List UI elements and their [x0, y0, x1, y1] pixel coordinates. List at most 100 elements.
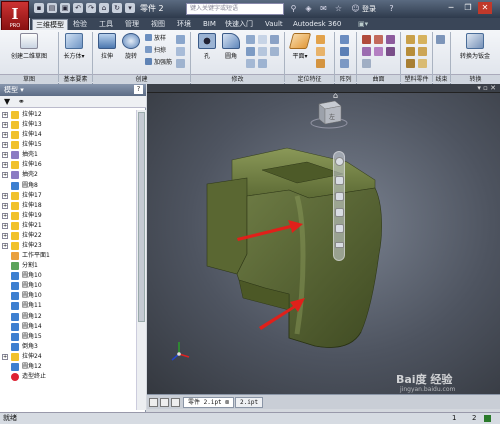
delete-face-icon[interactable] [270, 47, 279, 56]
trim-icon[interactable] [362, 47, 371, 56]
zoom-icon[interactable] [335, 192, 344, 201]
tree-item[interactable]: 圆角10 [0, 291, 136, 301]
coil-icon[interactable] [176, 35, 185, 44]
thread-icon[interactable] [246, 59, 255, 68]
snap-fit-icon[interactable] [418, 47, 427, 56]
mirror-icon[interactable] [340, 59, 349, 68]
tab-manage[interactable]: 管理 [122, 19, 142, 30]
pan-icon[interactable] [335, 176, 344, 185]
expand-icon[interactable]: + [2, 232, 8, 239]
create-2d-sketch-button[interactable]: 创建二维草图 [4, 33, 54, 60]
tree-item[interactable]: + 拉伸19 [0, 211, 136, 221]
doc-tab-2ipt[interactable]: 2.ipt [235, 397, 264, 408]
restore-icon[interactable]: ❐ [461, 2, 475, 14]
orbit-icon[interactable] [335, 208, 344, 217]
draft-icon[interactable] [246, 47, 255, 56]
tab-environments[interactable]: 环境 [174, 19, 194, 30]
tree-item[interactable]: + 拉伸24 [0, 352, 136, 362]
tree-item[interactable]: + 拉伸22 [0, 231, 136, 241]
tree-item[interactable]: 圆角15 [0, 332, 136, 342]
expand-icon[interactable]: + [2, 222, 8, 229]
home-view-icon[interactable]: ⌂ [333, 91, 338, 100]
undo-icon[interactable]: ↶ [73, 3, 83, 13]
expand-icon[interactable]: + [2, 142, 8, 149]
ucs-icon[interactable] [316, 59, 325, 68]
navbar-options-icon[interactable] [335, 242, 344, 248]
open-icon[interactable]: ▤ [47, 3, 57, 13]
minimize-icon[interactable]: ─ [444, 2, 458, 14]
save-icon[interactable]: ▣ [60, 3, 70, 13]
split-icon[interactable] [258, 35, 267, 44]
expand-icon[interactable]: + [2, 172, 8, 179]
patch-icon[interactable] [386, 35, 395, 44]
thicken-icon[interactable] [258, 59, 267, 68]
tree-item[interactable]: 造型终止 [0, 372, 136, 382]
expand-icon[interactable]: + [2, 112, 8, 118]
tree-item[interactable]: 分割1 [0, 261, 136, 271]
browser-help-icon[interactable]: ? [134, 85, 143, 94]
help-search-input[interactable]: 键入关键字或短语 [186, 3, 284, 15]
tab-get-started[interactable]: 快速入门 [222, 19, 256, 30]
favorites-icon[interactable]: ☆ [333, 3, 344, 14]
tree-item[interactable]: + 拉伸14 [0, 130, 136, 140]
tree-item[interactable]: 圆角8 [0, 181, 136, 191]
convert-to-sheet-metal-button[interactable]: 转换为钣金 [452, 33, 498, 60]
close-icon[interactable]: ✕ [478, 2, 492, 14]
extend-icon[interactable] [374, 47, 383, 56]
find-icon[interactable]: ⚭ [18, 97, 25, 106]
tree-item[interactable]: 圆角11 [0, 301, 136, 311]
stitch-icon[interactable] [362, 35, 371, 44]
expand-icon[interactable]: + [2, 192, 8, 199]
new-icon[interactable]: ▪ [34, 3, 44, 13]
tree-item[interactable]: + 拉伸12 [0, 110, 136, 120]
qat-dropdown-icon[interactable]: ▾ [125, 3, 135, 13]
viewcube[interactable]: 左 [309, 96, 349, 130]
tab-autodesk-360[interactable]: Autodesk 360 [290, 19, 344, 30]
update-icon[interactable]: ↻ [112, 3, 122, 13]
tree-item[interactable]: + 拉伸16 [0, 160, 136, 170]
shell-icon[interactable] [246, 35, 255, 44]
login-link[interactable]: 登录 [362, 4, 376, 14]
box-button[interactable]: 长方体▾ [62, 33, 86, 60]
revolve-button[interactable]: 旋转 [120, 33, 142, 60]
rectangular-pattern-icon[interactable] [340, 35, 349, 44]
tree-item[interactable]: 倒角3 [0, 342, 136, 352]
tree-item[interactable]: + 抽壳1 [0, 150, 136, 160]
expand-icon[interactable]: + [2, 152, 8, 159]
tree-item[interactable]: 圆角12 [0, 312, 136, 322]
tree-item[interactable]: + 拉伸17 [0, 191, 136, 201]
look-at-icon[interactable] [335, 224, 344, 233]
tree-item[interactable]: + 拉伸23 [0, 241, 136, 251]
part-model[interactable] [147, 84, 500, 394]
filter-icon[interactable]: ▼ [4, 97, 10, 106]
application-menu-button[interactable]: I PRO [1, 1, 29, 31]
tree-item[interactable]: 圆角14 [0, 322, 136, 332]
arrange-icon[interactable] [171, 398, 180, 407]
boss-icon[interactable] [418, 35, 427, 44]
tab-vault[interactable]: Vault [262, 19, 286, 30]
combine-icon[interactable] [258, 47, 267, 56]
tab-view[interactable]: 视图 [148, 19, 168, 30]
rib-button[interactable]: 加强筋 [145, 58, 172, 67]
tree-item[interactable]: + 拉伸15 [0, 140, 136, 150]
tree-item[interactable]: 圆角10 [0, 281, 136, 291]
user-icon[interactable]: ☺ [350, 3, 361, 14]
plane-button[interactable]: 平面▾ [288, 33, 312, 60]
expand-icon[interactable]: + [2, 212, 8, 219]
expand-icon[interactable]: + [2, 353, 8, 360]
expand-icon[interactable]: + [2, 202, 8, 209]
tab-tools[interactable]: 工具 [96, 19, 116, 30]
tree-item[interactable]: 圆角10 [0, 271, 136, 281]
ribbon-options-icon[interactable]: ▣▾ [355, 19, 371, 30]
cascade-icon[interactable] [160, 398, 169, 407]
expand-icon[interactable]: + [2, 243, 8, 250]
home-icon[interactable]: ⌂ [99, 3, 109, 13]
expand-icon[interactable]: + [2, 162, 8, 169]
tree-item[interactable]: + 抽壳2 [0, 170, 136, 180]
rest-icon[interactable] [406, 47, 415, 56]
tab-inspect[interactable]: 检验 [70, 19, 90, 30]
tab-bim[interactable]: BIM [200, 19, 219, 30]
sculpt-icon[interactable] [374, 35, 383, 44]
doc-tab-part2[interactable]: 零件 2.ipt ⊠ [183, 397, 234, 408]
fillet-button[interactable]: 圆角 [220, 33, 242, 60]
